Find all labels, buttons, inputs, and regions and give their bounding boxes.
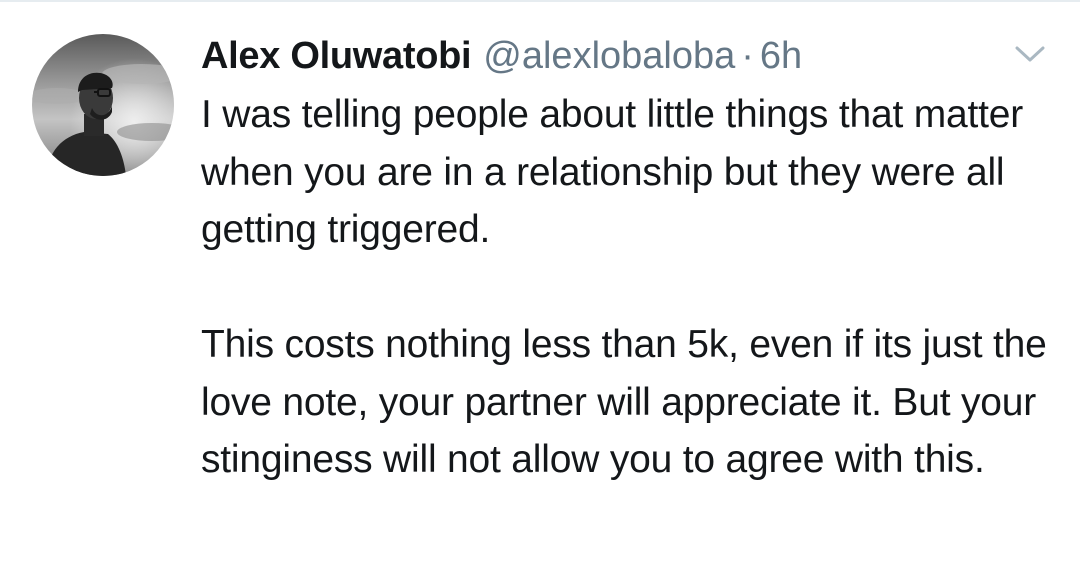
chevron-down-icon[interactable] — [1013, 43, 1047, 65]
avatar[interactable] — [32, 34, 174, 176]
tweet-text: I was telling people about little things… — [201, 86, 1061, 489]
timestamp[interactable]: 6h — [760, 30, 802, 82]
tweet-card[interactable]: Alex Oluwatobi @alexlobaloba · 6h I was … — [0, 0, 1080, 565]
tweet-content: Alex Oluwatobi @alexlobaloba · 6h I was … — [201, 30, 1061, 489]
tweet-paragraph: This costs nothing less than 5k, even if… — [201, 323, 1047, 481]
profile-photo — [32, 34, 174, 176]
tweet-header: Alex Oluwatobi @alexlobaloba · 6h — [201, 30, 1061, 82]
separator-dot: · — [741, 35, 754, 77]
tweet-paragraph: I was telling people about little things… — [201, 93, 1024, 251]
author-handle[interactable]: @alexlobaloba — [483, 30, 735, 82]
author-name[interactable]: Alex Oluwatobi — [201, 30, 472, 82]
